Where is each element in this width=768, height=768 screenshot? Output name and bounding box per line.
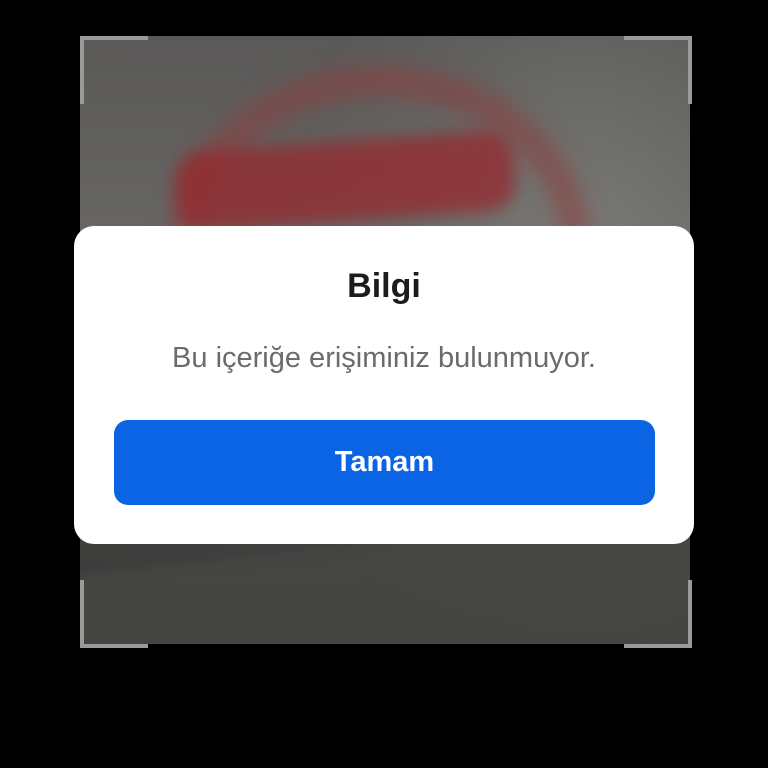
dialog-title: Bilgi: [347, 267, 421, 305]
viewfinder-corner-top-left-icon: [80, 36, 148, 104]
ok-button[interactable]: Tamam: [114, 420, 655, 505]
viewfinder-corner-bottom-right-icon: [624, 580, 692, 648]
camera-screen: Bilgi Bu içeriğe erişiminiz bulunmuyor. …: [0, 0, 768, 768]
viewfinder-corner-bottom-left-icon: [80, 580, 148, 648]
viewfinder-corner-top-right-icon: [624, 36, 692, 104]
dialog-message: Bu içeriğe erişiminiz bulunmuyor.: [172, 342, 596, 374]
